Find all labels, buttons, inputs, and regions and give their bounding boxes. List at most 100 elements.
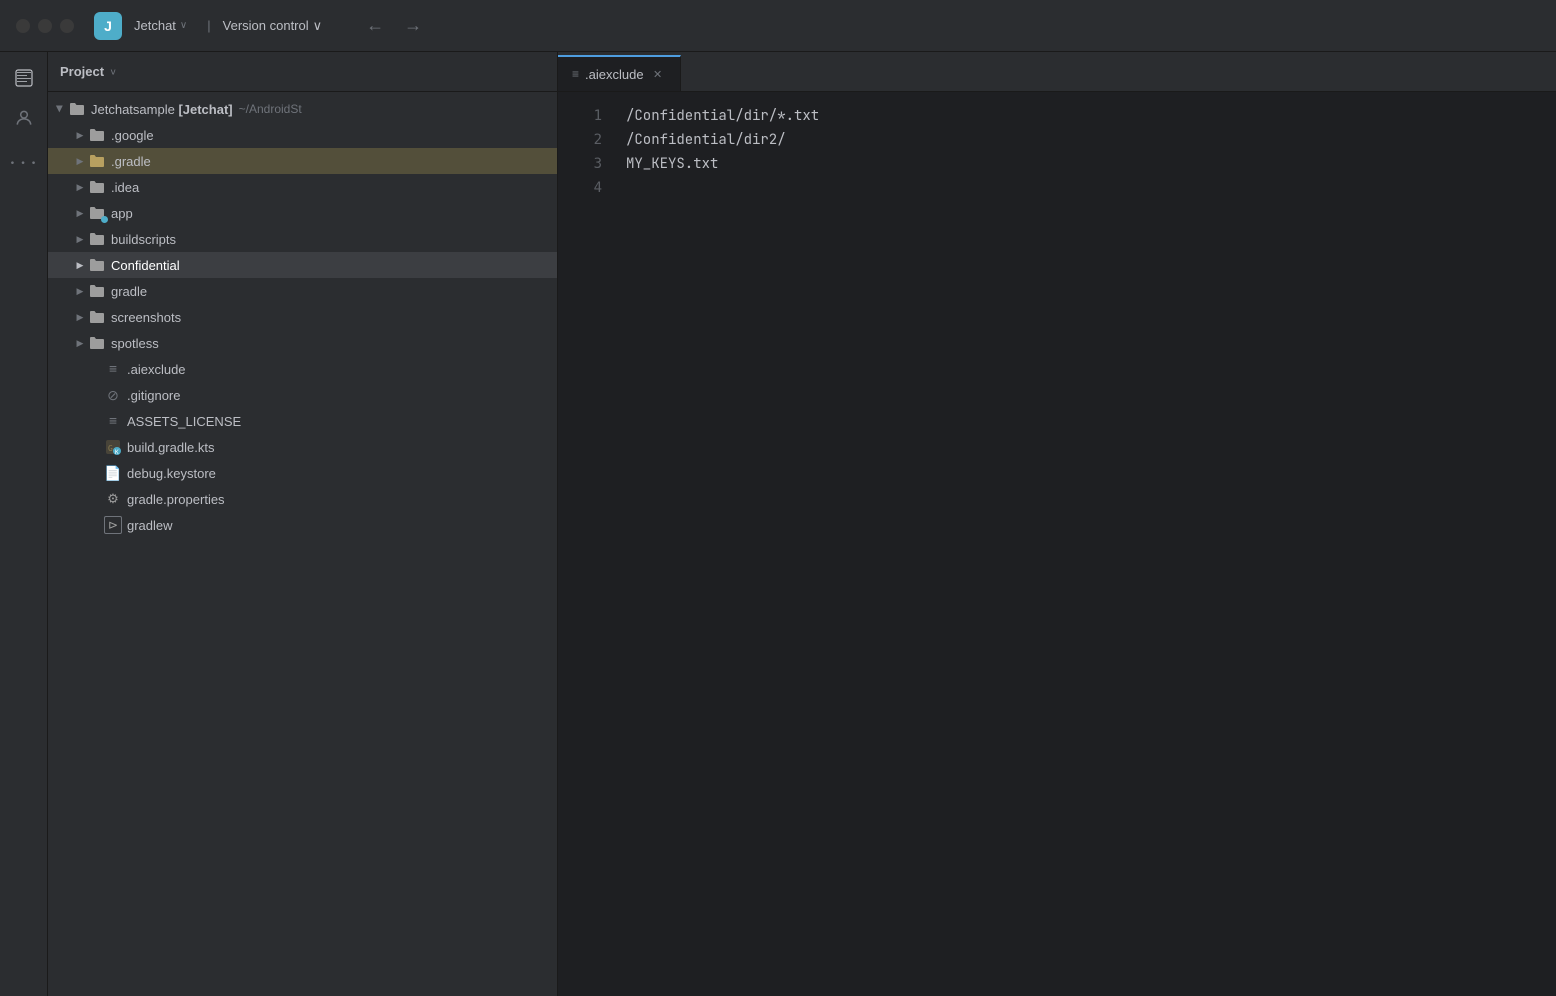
code-line-1: /Confidential/dir/*.txt xyxy=(626,104,1556,128)
app-folder-icon xyxy=(88,204,106,222)
tree-item-idea[interactable]: ▶ .idea xyxy=(48,174,557,200)
sidebar-icons: ··· xyxy=(0,52,48,996)
tab-label: .aiexclude xyxy=(585,67,644,82)
vc-chevron-icon: ∨ xyxy=(313,18,323,34)
gradle-chevron-icon: ▶ xyxy=(72,283,88,299)
gradle-properties-label: gradle.properties xyxy=(127,492,225,507)
tree-item-gradle[interactable]: ▶ gradle xyxy=(48,278,557,304)
line-number-2: 2 xyxy=(558,128,618,152)
line-number-3: 3 xyxy=(558,152,618,176)
tree-item-root[interactable]: ▶ Jetchatsample [Jetchat] ~/AndroidSt xyxy=(48,96,557,122)
gradle-hidden-chevron-icon: ▶ xyxy=(72,153,88,169)
code-line-2: /Confidential/dir2/ xyxy=(626,128,1556,152)
tree-item-gradle-properties[interactable]: ▶ ⚙ gradle.properties xyxy=(48,486,557,512)
titlebar: J Jetchat ∨ | Version control ∨ ← → xyxy=(0,0,1556,52)
debug-keystore-file-icon: 📄 xyxy=(104,464,122,482)
assets-license-label: ASSETS_LICENSE xyxy=(127,414,241,429)
version-control-selector[interactable]: Version control ∨ xyxy=(223,18,323,34)
version-control-label: Version control xyxy=(223,18,309,33)
filetree-content[interactable]: ▶ Jetchatsample [Jetchat] ~/AndroidSt ▶ xyxy=(48,92,557,996)
idea-folder-icon xyxy=(88,178,106,196)
app-icon: J xyxy=(94,12,122,40)
line-numbers: 1 2 3 4 xyxy=(558,92,618,996)
sidebar-icon-people[interactable] xyxy=(6,100,42,136)
root-path: ~/AndroidSt xyxy=(239,102,302,116)
debug-keystore-label: debug.keystore xyxy=(127,466,216,481)
gradle-hidden-label: .gradle xyxy=(111,154,151,169)
gradlew-file-icon: ⊳ xyxy=(104,516,122,534)
buildscripts-label: buildscripts xyxy=(111,232,176,247)
titlebar-divider: | xyxy=(207,18,210,33)
code-line-4 xyxy=(626,176,1556,200)
sidebar-icon-project[interactable] xyxy=(6,60,42,96)
editor-tabs: ≡ .aiexclude ✕ xyxy=(558,52,1556,92)
root-chevron-icon: ▶ xyxy=(52,101,68,117)
tree-item-gradle-hidden[interactable]: ▶ .gradle xyxy=(48,148,557,174)
gitignore-label: .gitignore xyxy=(127,388,180,403)
google-label: .google xyxy=(111,128,154,143)
build-gradle-label: build.gradle.kts xyxy=(127,440,214,455)
tab-aiexclude[interactable]: ≡ .aiexclude ✕ xyxy=(558,55,681,91)
code-content[interactable]: /Confidential/dir/*.txt /Confidential/di… xyxy=(618,92,1556,996)
gradle-properties-file-icon: ⚙ xyxy=(104,490,122,508)
editor-area: ≡ .aiexclude ✕ 1 2 3 4 /Confidential/dir… xyxy=(558,52,1556,996)
back-button[interactable]: ← xyxy=(358,11,392,40)
tree-item-confidential[interactable]: ▶ Confidential xyxy=(48,252,557,278)
tree-item-debug-keystore[interactable]: ▶ 📄 debug.keystore xyxy=(48,460,557,486)
filetree-title: Project xyxy=(60,64,104,79)
build-gradle-file-icon: G K xyxy=(104,438,122,456)
aiexclude-file-icon: ≡ xyxy=(104,360,122,378)
screenshots-label: screenshots xyxy=(111,310,181,325)
gradle-label: gradle xyxy=(111,284,147,299)
code-line-3: MY_KEYS.txt xyxy=(626,152,1556,176)
minimize-button[interactable] xyxy=(38,19,52,33)
svg-text:K: K xyxy=(115,449,119,455)
tree-item-screenshots[interactable]: ▶ screenshots xyxy=(48,304,557,330)
tree-item-aiexclude[interactable]: ▶ ≡ .aiexclude xyxy=(48,356,557,382)
buildscripts-folder-icon xyxy=(88,230,106,248)
tree-item-google[interactable]: ▶ .google xyxy=(48,122,557,148)
line-number-1: 1 xyxy=(558,104,618,128)
tree-item-gradlew[interactable]: ▶ ⊳ gradlew xyxy=(48,512,557,538)
filetree-chevron-icon: ∨ xyxy=(110,65,116,78)
tree-item-build-gradle-kts[interactable]: ▶ G K build.gradle.kts xyxy=(48,434,557,460)
nav-buttons: ← → xyxy=(358,11,430,40)
tree-item-buildscripts[interactable]: ▶ buildscripts xyxy=(48,226,557,252)
gradlew-label: gradlew xyxy=(127,518,173,533)
gradle-folder-icon xyxy=(88,282,106,300)
spotless-label: spotless xyxy=(111,336,159,351)
assets-license-file-icon: ≡ xyxy=(104,412,122,430)
close-button[interactable] xyxy=(16,19,30,33)
screenshots-folder-icon xyxy=(88,308,106,326)
buildscripts-chevron-icon: ▶ xyxy=(72,231,88,247)
app-chevron-icon: ▶ xyxy=(72,205,88,221)
gitignore-file-icon: ⊘ xyxy=(104,386,122,404)
project-selector[interactable]: Jetchat ∨ xyxy=(134,18,187,33)
idea-label: .idea xyxy=(111,180,139,195)
main-area: ··· Project ∨ ▶ Jetchatsample [Jetchat] … xyxy=(0,52,1556,996)
screenshots-chevron-icon: ▶ xyxy=(72,309,88,325)
google-folder-icon xyxy=(88,126,106,144)
google-chevron-icon: ▶ xyxy=(72,127,88,143)
tab-file-icon: ≡ xyxy=(572,67,579,81)
tree-item-app[interactable]: ▶ app xyxy=(48,200,557,226)
root-folder-icon xyxy=(68,100,86,118)
confidential-chevron-icon: ▶ xyxy=(72,257,88,273)
project-chevron-icon: ∨ xyxy=(180,20,187,31)
tree-item-spotless[interactable]: ▶ spotless xyxy=(48,330,557,356)
code-editor[interactable]: 1 2 3 4 /Confidential/dir/*.txt /Confide… xyxy=(558,92,1556,996)
idea-chevron-icon: ▶ xyxy=(72,179,88,195)
tree-item-gitignore[interactable]: ▶ ⊘ .gitignore xyxy=(48,382,557,408)
tree-item-assets-license[interactable]: ▶ ≡ ASSETS_LICENSE xyxy=(48,408,557,434)
maximize-button[interactable] xyxy=(60,19,74,33)
line-number-4: 4 xyxy=(558,176,618,200)
spotless-folder-icon xyxy=(88,334,106,352)
sidebar-icon-more[interactable]: ··· xyxy=(6,144,42,180)
spotless-chevron-icon: ▶ xyxy=(72,335,88,351)
filetree-header: Project ∨ xyxy=(48,52,557,92)
confidential-folder-icon xyxy=(88,256,106,274)
tab-close-button[interactable]: ✕ xyxy=(650,66,666,82)
traffic-lights xyxy=(16,19,74,33)
forward-button[interactable]: → xyxy=(396,11,430,40)
gradle-hidden-folder-icon xyxy=(88,152,106,170)
